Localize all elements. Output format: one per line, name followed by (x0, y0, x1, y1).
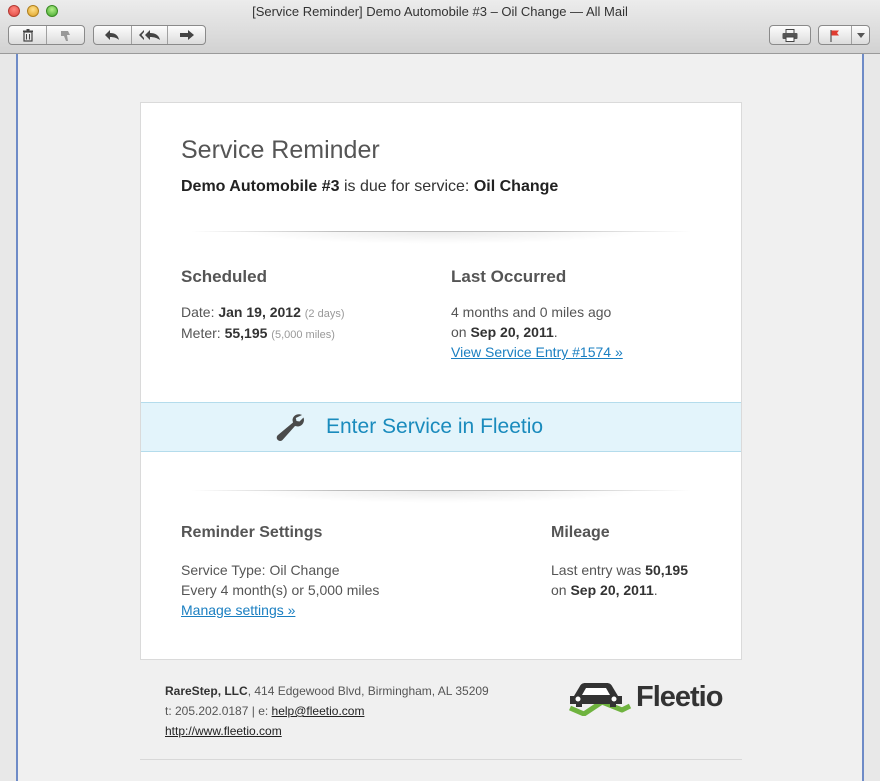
reminder-settings-heading: Reminder Settings (181, 524, 323, 541)
scheduled-date-value: Jan 19, 2012 (218, 304, 301, 320)
delete-button[interactable] (9, 26, 47, 44)
junk-icon (60, 30, 70, 41)
footer-website-row: http://www.fleetio.com (165, 724, 282, 738)
print-icon (782, 28, 798, 42)
footer-company: RareStep, LLC (165, 684, 248, 698)
scheduled-meter-value: 55,195 (224, 325, 268, 341)
scheduled-date: Date: Jan 19, 2012 (2 days) (181, 304, 345, 320)
forward-icon (179, 30, 194, 40)
view-service-entry-link[interactable]: View Service Entry #1574 » (451, 344, 623, 360)
reply-all-icon (138, 30, 160, 40)
print-button[interactable] (770, 26, 810, 44)
mileage-last-entry-value: 50,195 (645, 562, 688, 578)
reminder-card: Service Reminder Demo Automobile #3 is d… (140, 102, 742, 660)
manage-settings-link[interactable]: Manage settings » (181, 602, 295, 618)
service-type: Service Type: Oil Change (181, 562, 340, 578)
flag-group (818, 25, 870, 45)
reply-all-button[interactable] (132, 26, 169, 44)
section-divider (191, 231, 691, 245)
reply-group (93, 25, 206, 45)
dropdown-arrow-icon (856, 32, 865, 38)
print-group (769, 25, 811, 45)
scheduled-meter: Meter: 55,195 (5,000 miles) (181, 325, 335, 341)
last-occurred-date: on Sep 20, 2011. (451, 324, 558, 340)
due-text: is due for service: (339, 178, 474, 195)
footer-divider (140, 759, 742, 760)
view-service-entry-row: View Service Entry #1574 » (451, 344, 623, 360)
service-name: Oil Change (473, 178, 559, 195)
window-titlebar: [Service Reminder] Demo Automobile #3 – … (0, 0, 880, 54)
footer-website-link[interactable]: http://www.fleetio.com (165, 724, 282, 738)
last-occurred-heading: Last Occurred (451, 267, 567, 286)
flag-button[interactable] (819, 26, 853, 44)
mileage-date: on Sep 20, 2011. (551, 582, 658, 598)
reply-button[interactable] (94, 26, 132, 44)
due-summary: Demo Automobile #3 is due for service: O… (181, 178, 558, 196)
scheduled-meter-note: (5,000 miles) (271, 329, 335, 341)
service-frequency: Every 4 month(s) or 5,000 miles (181, 582, 380, 598)
footer-email-link[interactable]: help@fleetio.com (272, 704, 365, 718)
message-pane[interactable]: Service Reminder Demo Automobile #3 is d… (16, 54, 864, 781)
forward-button[interactable] (168, 26, 205, 44)
scheduled-heading: Scheduled (181, 267, 267, 286)
section-divider (191, 490, 691, 504)
scheduled-date-note: (2 days) (304, 308, 345, 320)
car-logo-icon (569, 683, 632, 716)
wrench-icon (276, 414, 304, 441)
mileage-heading: Mileage (551, 524, 610, 541)
manage-settings-row: Manage settings » (181, 602, 295, 618)
footer-contact: t: 205.202.0187 | e: help@fleetio.com (165, 704, 365, 718)
delete-junk-group (8, 25, 85, 45)
flag-icon (830, 29, 840, 42)
window-title: [Service Reminder] Demo Automobile #3 – … (252, 4, 628, 19)
mileage-date-value: Sep 20, 2011 (570, 582, 654, 598)
enter-service-banner[interactable]: Enter Service in Fleetio (141, 402, 741, 452)
reply-icon (105, 30, 120, 40)
reminder-heading: Service Reminder (181, 136, 380, 164)
enter-service-link[interactable]: Enter Service in Fleetio (326, 415, 543, 439)
logo-text: Fleetio (636, 680, 723, 713)
last-occurred-date-value: Sep 20, 2011 (470, 324, 554, 340)
flag-dropdown-button[interactable] (852, 26, 869, 44)
trash-icon (22, 28, 33, 42)
mileage-last-entry: Last entry was 50,195 (551, 562, 688, 578)
last-occurred-ago: 4 months and 0 miles ago (451, 304, 612, 320)
footer-address: RareStep, LLC, 414 Edgewood Blvd, Birmin… (165, 684, 489, 698)
fleetio-logo[interactable]: Fleetio (566, 678, 723, 716)
junk-button[interactable] (47, 26, 84, 44)
vehicle-name: Demo Automobile #3 (181, 178, 340, 195)
